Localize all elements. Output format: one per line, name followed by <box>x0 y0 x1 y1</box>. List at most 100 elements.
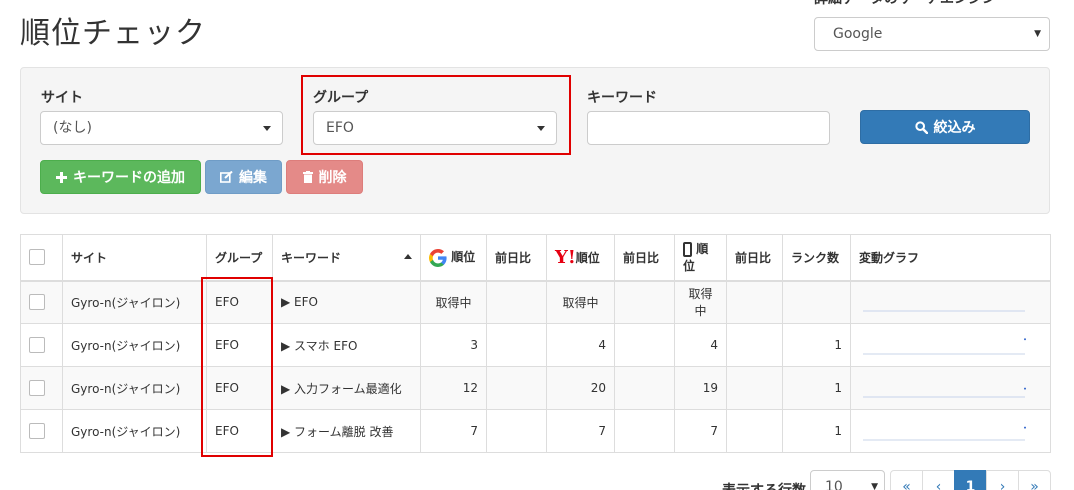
google-rank-cell: 12 <box>420 366 487 410</box>
row-select-cell <box>20 280 63 324</box>
delete-button[interactable]: 削除 <box>286 160 363 194</box>
column-yahoo-prev[interactable]: 前日比 <box>614 234 675 282</box>
mobile-rank-cell: 取得中 <box>674 280 727 324</box>
trend-point <box>1024 387 1026 390</box>
rank-count-cell: 1 <box>782 366 851 410</box>
google-rank-cell: 7 <box>420 409 487 453</box>
select-all-cell <box>20 234 63 282</box>
trend-graph-cell <box>850 323 1051 367</box>
rows-per-page-label: 表示する行数 <box>722 480 806 490</box>
page-last-link[interactable]: » <box>1018 470 1051 490</box>
table-row[interactable]: Gyro-n(ジャイロン) EFO ▶ フォーム離脱 改善 7 7 7 1 <box>20 409 1051 453</box>
yahoo-rank-cell: 20 <box>546 366 615 410</box>
trend-point <box>1024 426 1026 429</box>
trend-sparkline <box>863 387 1026 398</box>
rank-count-cell: 1 <box>782 409 851 453</box>
google-rank-cell: 3 <box>420 323 487 367</box>
mobile-prev-cell <box>726 409 783 453</box>
group-label: グループ <box>313 90 369 106</box>
row-checkbox[interactable] <box>29 380 45 396</box>
mobile-rank-cell: 19 <box>674 366 727 410</box>
filter-panel: サイト (なし) グループ EFO キーワード 絞込み キーワードの追加 編集 … <box>20 67 1050 214</box>
page-prev-link[interactable]: ‹ <box>922 470 955 490</box>
edit-icon <box>220 171 233 183</box>
google-prev-cell <box>486 323 547 367</box>
column-keyword[interactable]: キーワード <box>272 234 421 282</box>
row-select-cell <box>20 409 63 453</box>
yahoo-prev-cell <box>614 409 675 453</box>
yahoo-logo-icon: Y! <box>555 247 576 269</box>
search-engine-select[interactable]: Google ▼ <box>814 17 1050 51</box>
search-engine-label: 詳細データのサーチエンジン <box>814 0 1050 8</box>
keyword-input[interactable] <box>587 111 830 145</box>
site-label: サイト <box>41 90 83 106</box>
google-prev-cell <box>486 409 547 453</box>
table-header-row: サイト グループ キーワード 順位 前日比 Y!順位 前日比 順位 前日比 ラン… <box>20 234 1051 282</box>
filter-button-label: 絞込み <box>933 120 976 136</box>
column-google-prev[interactable]: 前日比 <box>486 234 547 282</box>
edit-button-label: 編集 <box>239 170 267 186</box>
page-current-link[interactable]: 1 <box>954 470 987 490</box>
mobile-prev-cell <box>726 366 783 410</box>
edit-button[interactable]: 編集 <box>205 160 282 194</box>
column-yahoo-rank[interactable]: Y!順位 <box>546 234 615 282</box>
column-site[interactable]: サイト <box>62 234 207 282</box>
table-row[interactable]: Gyro-n(ジャイロン) EFO ▶ EFO 取得中 取得中 取得中 <box>20 280 1051 324</box>
keyword-cell[interactable]: ▶ スマホ EFO <box>272 323 421 367</box>
column-mobile-rank[interactable]: 順位 <box>674 234 727 282</box>
google-prev-cell <box>486 366 547 410</box>
row-select-cell <box>20 366 63 410</box>
yahoo-prev-cell <box>614 280 675 324</box>
search-engine-selector: 詳細データのサーチエンジン Google ▼ <box>814 0 1050 51</box>
column-mobile-prev[interactable]: 前日比 <box>726 234 783 282</box>
site-select[interactable]: (なし) <box>40 111 283 145</box>
keyword-cell[interactable]: ▶ EFO <box>272 280 421 324</box>
page-next-link[interactable]: › <box>986 470 1019 490</box>
ranking-table: サイト グループ キーワード 順位 前日比 Y!順位 前日比 順位 前日比 ラン… <box>20 234 1051 453</box>
rank-count-cell <box>782 280 851 324</box>
row-checkbox[interactable] <box>29 294 45 311</box>
rows-per-page-select[interactable]: 10 ▼ <box>810 470 885 490</box>
mobile-rank-cell: 7 <box>674 409 727 453</box>
yahoo-prev-cell <box>614 323 675 367</box>
keyword-cell[interactable]: ▶ 入力フォーム最適化 <box>272 366 421 410</box>
trend-graph-cell <box>850 409 1051 453</box>
yahoo-rank-cell: 取得中 <box>546 280 615 324</box>
column-google-rank[interactable]: 順位 <box>420 234 487 282</box>
sort-asc-icon <box>404 253 412 259</box>
google-rank-cell: 取得中 <box>420 280 487 324</box>
group-select-value: EFO <box>326 120 354 136</box>
keyword-cell[interactable]: ▶ フォーム離脱 改善 <box>272 409 421 453</box>
pagination: « ‹ 1 › » <box>890 470 1051 490</box>
page-first-link[interactable]: « <box>890 470 923 490</box>
site-cell: Gyro-n(ジャイロン) <box>62 409 207 453</box>
table-row[interactable]: Gyro-n(ジャイロン) EFO ▶ 入力フォーム最適化 12 20 19 1 <box>20 366 1051 410</box>
yahoo-rank-cell: 4 <box>546 323 615 367</box>
trend-graph-cell <box>850 280 1051 324</box>
site-select-value: (なし) <box>53 120 92 136</box>
trend-sparkline <box>863 338 1026 355</box>
mobile-prev-cell <box>726 280 783 324</box>
column-google-rank-label: 順位 <box>451 250 476 264</box>
group-select[interactable]: EFO <box>313 111 557 145</box>
rows-per-page-value: 10 <box>825 479 843 490</box>
group-column-highlight-box <box>201 277 273 457</box>
column-yahoo-rank-label: 順位 <box>575 250 600 265</box>
google-logo-icon <box>429 248 447 267</box>
search-icon <box>914 120 928 134</box>
rank-count-cell: 1 <box>782 323 851 367</box>
chevron-down-icon: ▼ <box>871 482 878 490</box>
row-select-cell <box>20 323 63 367</box>
column-rank-count[interactable]: ランク数 <box>782 234 851 282</box>
table-row[interactable]: Gyro-n(ジャイロン) EFO ▶ スマホ EFO 3 4 4 1 <box>20 323 1051 367</box>
select-all-checkbox[interactable] <box>29 249 45 266</box>
trend-sparkline <box>863 426 1026 441</box>
column-group[interactable]: グループ <box>206 234 273 282</box>
filter-button[interactable]: 絞込み <box>860 110 1030 144</box>
row-checkbox[interactable] <box>29 337 45 353</box>
plus-icon <box>56 171 67 183</box>
page-title: 順位チェック <box>20 16 206 51</box>
yahoo-rank-cell: 7 <box>546 409 615 453</box>
row-checkbox[interactable] <box>29 423 45 439</box>
add-keyword-button[interactable]: キーワードの追加 <box>40 160 201 194</box>
